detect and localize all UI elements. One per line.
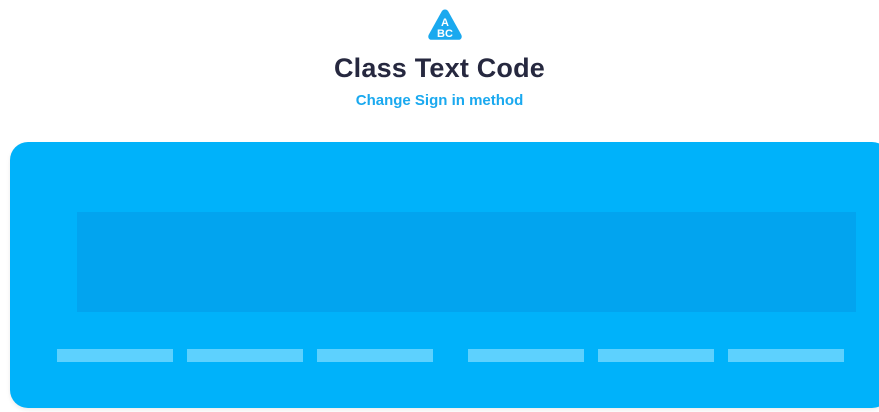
class-code-card: [10, 142, 879, 408]
code-slot-3[interactable]: [317, 349, 433, 362]
code-slot-1[interactable]: [57, 349, 173, 362]
abc-logo-icon: A BC: [428, 9, 462, 40]
code-slot-2[interactable]: [187, 349, 303, 362]
logo-letters-bc: BC: [437, 28, 453, 40]
code-slot-4[interactable]: [468, 349, 584, 362]
page-title: Class Text Code: [333, 53, 546, 83]
change-sign-in-method-link[interactable]: Change Sign in method: [0, 91, 879, 111]
code-slot-6[interactable]: [728, 349, 844, 362]
sign-in-page: A BC Class Text Code Change Sign in meth…: [0, 0, 879, 412]
class-code-input[interactable]: [77, 212, 856, 312]
code-slot-5[interactable]: [598, 349, 714, 362]
